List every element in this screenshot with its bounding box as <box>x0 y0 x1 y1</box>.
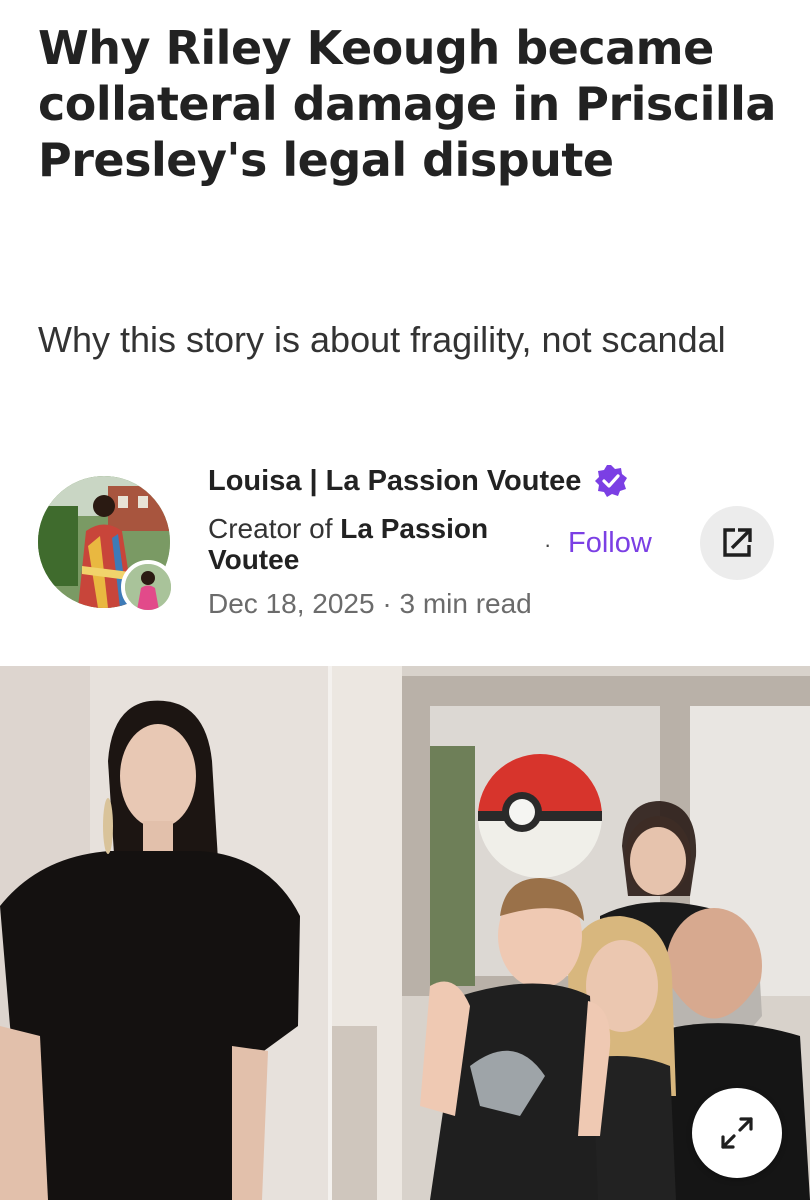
verified-badge-icon <box>594 464 628 498</box>
separator-dot: · <box>544 532 552 557</box>
publication-avatar[interactable] <box>121 560 175 614</box>
article-subtitle: Why this story is about fragility, not s… <box>38 319 726 360</box>
open-external-icon <box>723 528 752 557</box>
creator-prefix: Creator of <box>208 513 341 544</box>
expand-arrows-icon <box>721 1117 753 1149</box>
share-button[interactable] <box>700 506 774 580</box>
read-time: 3 min read <box>399 588 532 619</box>
article-photo-image <box>0 666 810 1200</box>
follow-button[interactable]: Follow <box>568 527 652 560</box>
author-name[interactable]: Louisa | La Passion Voutee <box>208 465 581 498</box>
article-title: Why Riley Keough became collateral damag… <box>38 21 776 187</box>
expand-button[interactable] <box>692 1088 782 1178</box>
article-photo[interactable] <box>0 666 810 1200</box>
publication-avatar-image <box>125 564 171 610</box>
publish-date: Dec 18, 2025 <box>208 588 375 619</box>
meta-separator: · <box>374 588 400 619</box>
article-meta: Dec 18, 2025 · 3 min read <box>208 588 532 620</box>
creator-line: Creator of La Passion Voutee <box>208 513 528 575</box>
